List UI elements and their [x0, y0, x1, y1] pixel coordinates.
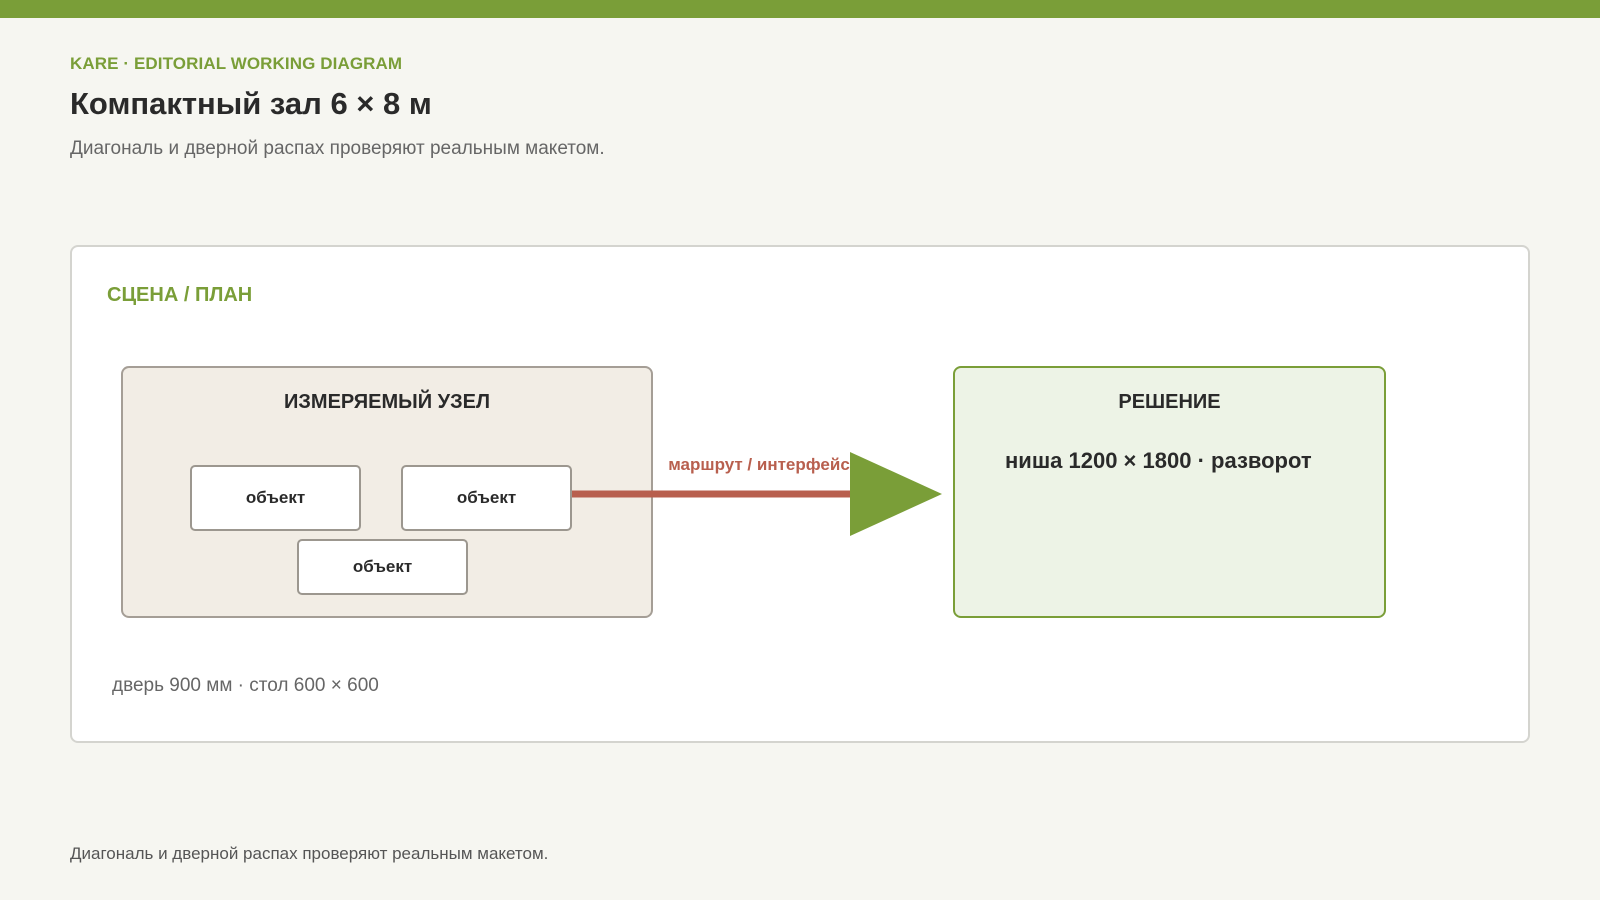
- page-title: Компактный зал 6 × 8 м: [70, 86, 432, 121]
- panel-label: СЦЕНА / ПЛАН: [107, 284, 253, 306]
- object-box: объект: [190, 465, 361, 531]
- measured-node-box: ИЗМЕРЯЕМЫЙ УЗЕЛ объект объект объект: [121, 366, 653, 618]
- object-box: объект: [297, 539, 468, 595]
- solution-box: РЕШЕНИЕ ниша 1200 × 1800 · разворот: [953, 366, 1386, 618]
- route-arrowhead: [850, 452, 942, 536]
- route-label: маршрут / интерфейс: [668, 455, 850, 474]
- top-accent-bar: [0, 0, 1600, 18]
- solution-title: РЕШЕНИЕ: [1118, 391, 1221, 413]
- eyebrow-label: KARE · EDITORIAL WORKING DIAGRAM: [70, 54, 403, 73]
- diagram-panel: СЦЕНА / ПЛАН ИЗМЕРЯЕМЫЙ УЗЕЛ объект объе…: [70, 245, 1530, 743]
- footer-note: Диагональ и дверной распах проверяют реа…: [70, 844, 549, 863]
- page-subtitle: Диагональ и дверной распах проверяют реа…: [70, 138, 605, 159]
- object-box: объект: [401, 465, 572, 531]
- measured-node-title: ИЗМЕРЯЕМЫЙ УЗЕЛ: [284, 391, 490, 413]
- panel-note: дверь 900 мм · стол 600 × 600: [112, 675, 379, 696]
- solution-text: ниша 1200 × 1800 · разворот: [1005, 448, 1312, 473]
